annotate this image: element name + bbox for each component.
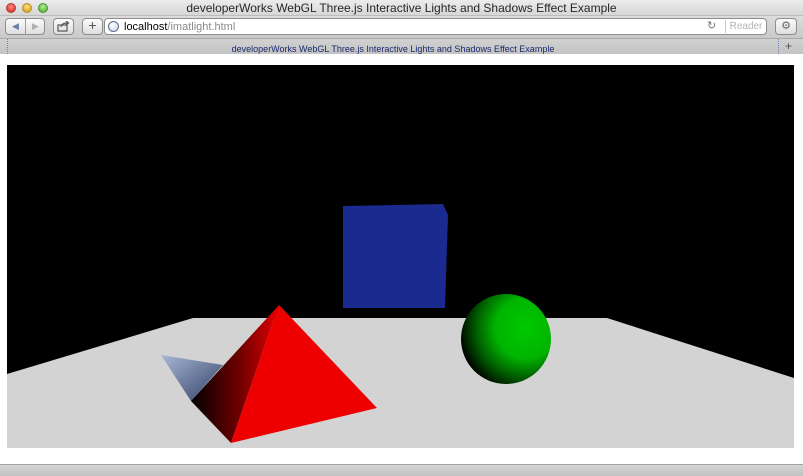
url-path: /imatlight.html xyxy=(167,21,236,33)
status-bar xyxy=(0,464,803,476)
forward-arrow-icon: ▶ xyxy=(32,21,39,31)
browser-window: developerWorks WebGL Three.js Interactiv… xyxy=(0,0,803,476)
reload-button[interactable]: ↻ xyxy=(707,19,716,34)
title-bar: developerWorks WebGL Three.js Interactiv… xyxy=(0,0,803,16)
tab-title: developerWorks WebGL Three.js Interactiv… xyxy=(231,44,555,54)
sphere xyxy=(461,294,551,384)
gear-icon: ⚙ xyxy=(781,20,791,32)
url-text[interactable]: localhost/imatlight.html xyxy=(124,20,235,34)
reload-icon: ↻ xyxy=(707,20,717,32)
back-button[interactable]: ◀ xyxy=(6,19,25,34)
url-host: localhost xyxy=(124,21,168,33)
address-bar[interactable]: localhost/imatlight.html ↻ Reader xyxy=(104,18,767,35)
tab-active[interactable]: developerWorks WebGL Three.js Interactiv… xyxy=(7,39,779,54)
back-arrow-icon: ◀ xyxy=(12,21,19,31)
reader-button[interactable]: Reader xyxy=(725,20,766,33)
webgl-canvas[interactable] xyxy=(7,65,794,448)
browser-toolbar: ◀ ▶ + localhost/imatlight.html ↻ Reader xyxy=(0,16,803,38)
back-forward-buttons: ◀ ▶ xyxy=(5,18,45,35)
settings-button[interactable]: ⚙ xyxy=(775,18,797,35)
floor-plane xyxy=(7,318,794,448)
add-bookmark-button[interactable]: + xyxy=(82,18,103,35)
window-title: developerWorks WebGL Three.js Interactiv… xyxy=(186,1,617,15)
cube xyxy=(343,204,448,308)
globe-icon xyxy=(108,21,119,32)
forward-button[interactable]: ▶ xyxy=(26,19,45,34)
new-tab-button[interactable]: + xyxy=(785,39,792,53)
tab-bar: developerWorks WebGL Three.js Interactiv… xyxy=(0,38,803,54)
share-button[interactable] xyxy=(53,18,74,35)
share-icon xyxy=(57,20,70,32)
